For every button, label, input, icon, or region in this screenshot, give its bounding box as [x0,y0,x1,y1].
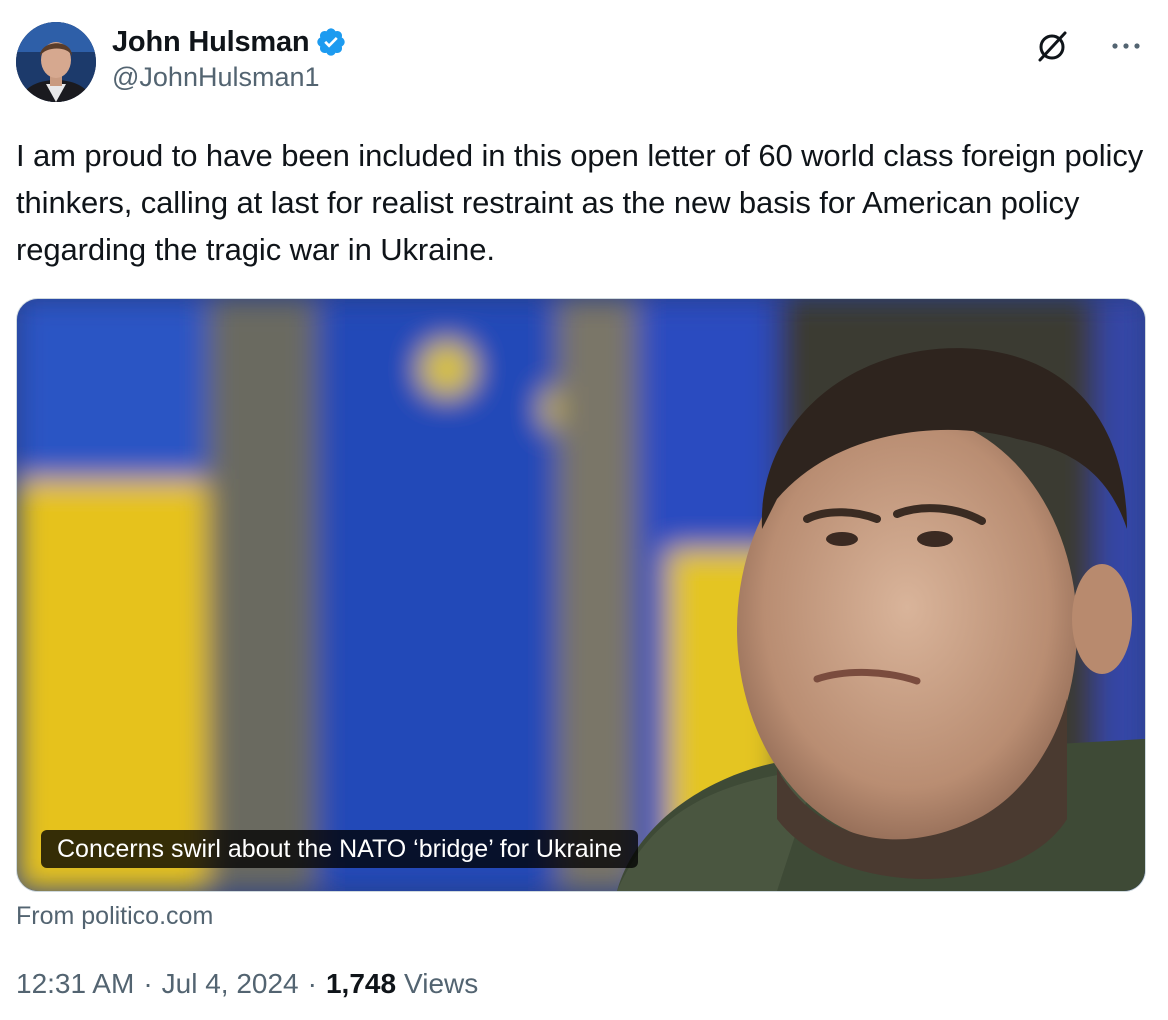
tweet-time[interactable]: 12:31 AM [16,968,134,1000]
meta-separator: · [143,968,153,999]
author-handle[interactable]: @JohnHulsman1 [112,62,347,93]
author-names: John Hulsman @JohnHulsman1 [112,24,347,93]
link-card-caption: Concerns swirl about the NATO ‘bridge’ f… [41,830,639,868]
link-card-source[interactable]: From politico.com [16,902,213,931]
more-icon[interactable] [1106,26,1146,66]
views-count[interactable]: 1,748 [326,968,396,1000]
tweet-header: John Hulsman @JohnHulsman1 [16,20,1152,104]
meta-separator: · [307,968,317,999]
tweet-date[interactable]: Jul 4, 2024 [162,968,299,1000]
verified-badge-icon [317,28,346,56]
tweet-text: I am proud to have been included in this… [16,138,1144,267]
avatar[interactable] [16,22,96,102]
grok-icon[interactable] [1032,26,1072,66]
tweet-meta: 12:31 AM · Jul 4, 2024 · 1,748 Views [16,968,478,1000]
link-card-image [17,299,1145,891]
link-card[interactable]: Concerns swirl about the NATO ‘bridge’ f… [16,298,1146,892]
display-name[interactable]: John Hulsman [112,26,310,59]
views-label: Views [404,968,479,999]
